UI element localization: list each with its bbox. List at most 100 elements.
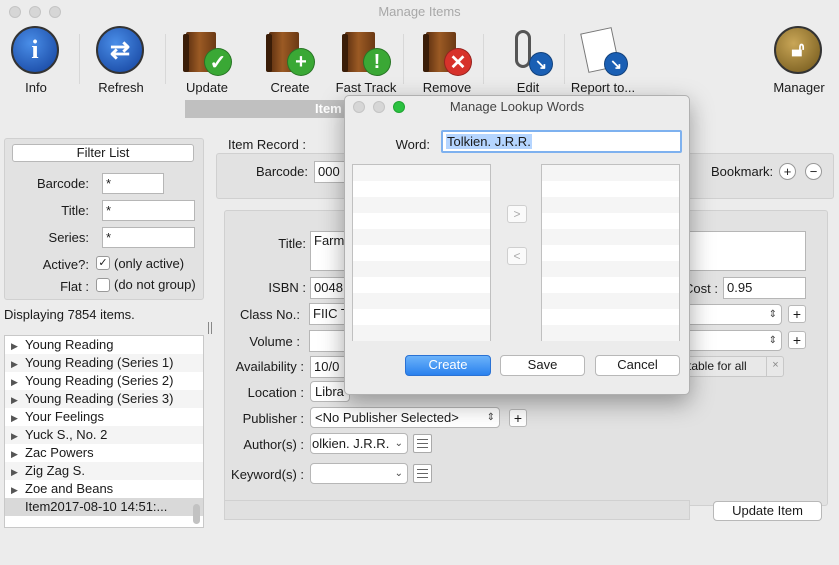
keyword-select[interactable]: ⌄ [310, 463, 408, 484]
volume-add-button[interactable]: + [788, 331, 806, 349]
item-list[interactable]: ▶ Young Reading ▶ Young Reading (Series 1)… [4, 335, 204, 528]
create-button[interactable]: + Create [250, 22, 330, 95]
list-item[interactable]: ▶ Young Reading (Series 1) [5, 354, 203, 372]
title-label: Title: [278, 236, 306, 251]
save-button[interactable]: Save [500, 355, 585, 376]
availability-label: Availability : [235, 359, 304, 374]
list-item-label: Zig Zag S. [25, 463, 85, 478]
update-button[interactable]: ✓ Update [167, 22, 247, 95]
list-scrollbar[interactable] [193, 504, 200, 524]
manager-button[interactable]: 🔓︎ Manager [759, 22, 839, 95]
left-word-list[interactable] [352, 164, 491, 341]
move-left-button[interactable]: < [507, 247, 527, 265]
update-item-button[interactable]: Update Item [713, 501, 822, 521]
create-book-icon: + [265, 26, 315, 76]
move-right-button[interactable]: > [507, 205, 527, 223]
disclosure-triangle-icon[interactable]: ▶ [11, 373, 25, 390]
padlock-icon: 🔓︎ [774, 26, 822, 74]
bookmark-remove-button[interactable]: − [805, 163, 822, 180]
disclosure-triangle-icon[interactable]: ▶ [11, 445, 25, 462]
minimize-window-icon[interactable] [29, 6, 41, 18]
disclosure-triangle-icon[interactable]: ▶ [11, 355, 25, 372]
disclosure-triangle-icon[interactable]: ▶ [11, 409, 25, 426]
disclosure-triangle-icon[interactable]: ▶ [11, 463, 25, 480]
list-item[interactable]: ▶ Zoe and Beans [5, 480, 203, 498]
flat-checkbox[interactable] [96, 278, 110, 292]
dialog-zoom-icon[interactable] [393, 101, 405, 113]
location-value: Libra [315, 384, 344, 399]
list-item[interactable]: ▶ Young Reading (Series 3) [5, 390, 203, 408]
list-item[interactable]: ▶ Yuck S., No. 2 [5, 426, 203, 444]
list-item-label: Young Reading (Series 2) [25, 373, 174, 388]
volume-input[interactable] [309, 330, 349, 352]
token-remove-icon[interactable]: × [766, 356, 784, 377]
select-arrows-icon: ⇕ [486, 412, 495, 423]
class-no-input[interactable]: FIIC T [309, 303, 349, 325]
report-button[interactable]: ↘ Report to... [563, 22, 643, 95]
disclosure-triangle-icon[interactable]: ▶ [11, 337, 25, 354]
fast-track-button[interactable]: ! Fast Track [326, 22, 406, 95]
dialog-titlebar: Manage Lookup Words [345, 96, 689, 118]
toolbar-divider [403, 34, 404, 84]
refresh-button[interactable]: ⇄ Refresh [81, 22, 161, 95]
splitter-handle[interactable] [208, 322, 212, 334]
disclosure-triangle-icon[interactable]: ▶ [11, 391, 25, 408]
item-record-header: Item Record : [228, 137, 307, 152]
disclosure-triangle-icon[interactable]: ▶ [11, 427, 25, 444]
create-button-dialog[interactable]: Create [405, 355, 491, 376]
class-add-button[interactable]: + [788, 305, 806, 323]
title-value: Farm [314, 233, 345, 248]
filter-series-input[interactable]: * [102, 227, 195, 248]
flat-option-label: (do not group) [114, 277, 196, 292]
filter-list-button[interactable]: Filter List [12, 144, 194, 162]
report-label: Report to... [570, 80, 636, 95]
keyword-list-icon[interactable] [413, 464, 432, 483]
class-select[interactable]: ⇕ [684, 304, 782, 325]
list-item-label: Zac Powers [25, 445, 94, 460]
select-arrows-icon: ⇕ [768, 335, 777, 346]
publisher-label: Publisher : [242, 411, 304, 426]
info-icon: i [11, 26, 59, 74]
list-item[interactable]: ▶ Zig Zag S. [5, 462, 203, 480]
toolbar: i Info ⇄ Refresh ✓ Update + Create ! Fas… [0, 22, 839, 98]
suitable-token[interactable]: table for all × [684, 356, 784, 377]
list-status: Displaying 7854 items. [4, 307, 135, 322]
create-label: Create [270, 80, 310, 95]
list-item[interactable]: ▶ Your Feelings [5, 408, 203, 426]
right-word-list[interactable] [541, 164, 680, 341]
close-window-icon[interactable] [9, 6, 21, 18]
dialog-close-icon[interactable] [353, 101, 365, 113]
window-titlebar: Manage Items [0, 0, 839, 24]
cost-input[interactable]: 0.95 [723, 277, 806, 299]
volume-select[interactable]: ⇕ [684, 330, 782, 351]
word-input[interactable]: Tolkien. J.R.R. [441, 130, 682, 153]
remove-label: Remove [422, 80, 472, 95]
publisher-select[interactable]: <No Publisher Selected> ⇕ [310, 407, 500, 428]
disclosure-triangle-icon[interactable]: ▶ [11, 481, 25, 498]
list-item[interactable]: ▶ Young Reading [5, 336, 203, 354]
dialog-minimize-icon[interactable] [373, 101, 385, 113]
list-item-label: Yuck S., No. 2 [25, 427, 108, 442]
publisher-add-button[interactable]: + [509, 409, 527, 427]
edit-button[interactable]: ↘ Edit [488, 22, 568, 95]
active-checkbox[interactable]: ✓ [96, 256, 110, 270]
remove-button[interactable]: ✕ Remove [407, 22, 487, 95]
remove-book-icon: ✕ [422, 26, 472, 76]
isbn-value: 0048 [314, 280, 343, 295]
author-list-icon[interactable] [413, 434, 432, 453]
cancel-button[interactable]: Cancel [595, 355, 680, 376]
list-item[interactable]: ▶ Zac Powers [5, 444, 203, 462]
list-item[interactable]: ▶ Young Reading (Series 2) [5, 372, 203, 390]
update-label: Update [186, 80, 228, 95]
list-item-label: Young Reading [25, 337, 114, 352]
filter-title-input[interactable]: * [102, 200, 195, 221]
filter-barcode-input[interactable]: * [102, 173, 164, 194]
list-item-label: Young Reading (Series 1) [25, 355, 174, 370]
info-button[interactable]: i Info [0, 22, 76, 95]
list-item-label: Item2017-08-10 14:51:... [25, 499, 168, 514]
author-select[interactable]: olkien. J.R.R. ⌄ [310, 433, 408, 454]
bookmark-add-button[interactable]: + [779, 163, 796, 180]
word-label: Word: [395, 137, 430, 152]
list-item-selected[interactable]: Item2017-08-10 14:51:... [5, 498, 203, 516]
zoom-window-icon[interactable] [49, 6, 61, 18]
